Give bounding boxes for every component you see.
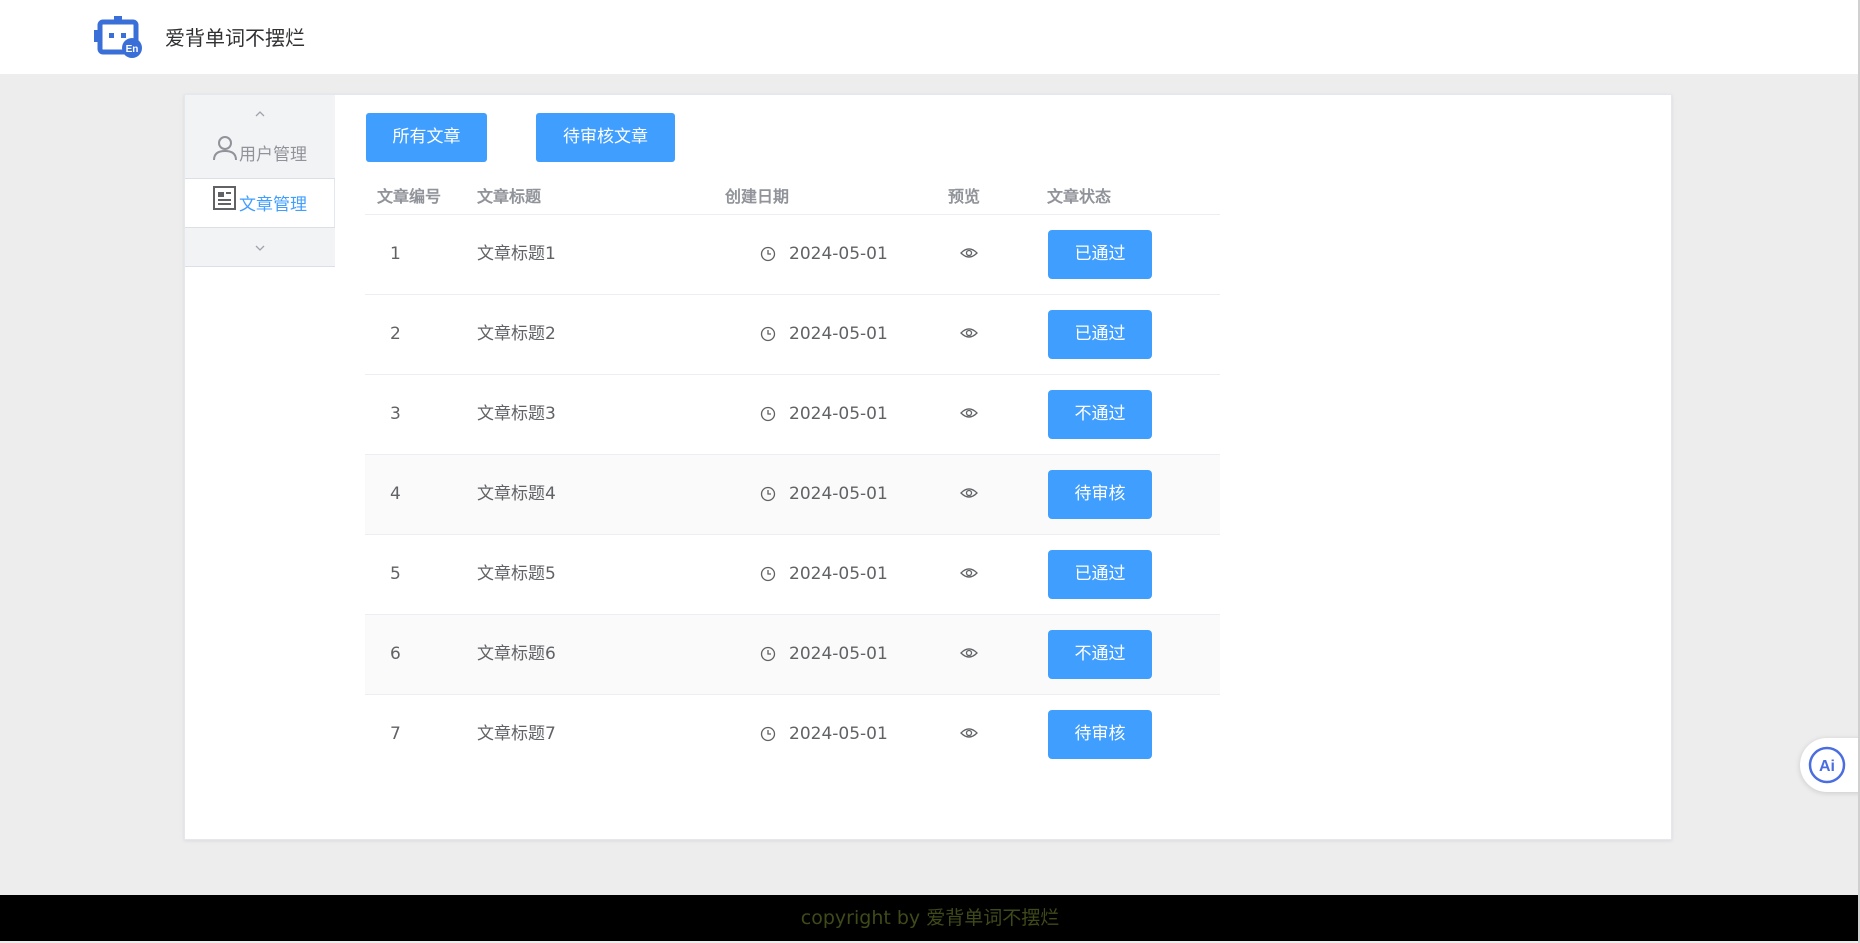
header-preview: 预览 xyxy=(948,187,981,206)
table-row: 1 文章标题1 2024-05-01 已通过 xyxy=(365,215,1220,295)
table-row: 6 文章标题6 2024-05-01 不通过 xyxy=(365,615,1220,695)
article-id: 4 xyxy=(390,484,401,504)
preview-eye-icon[interactable] xyxy=(960,726,978,740)
table-row: 2 文章标题2 2024-05-01 已通过 xyxy=(365,295,1220,375)
article-title: 文章标题1 xyxy=(477,244,556,264)
app-title: 爱背单词不摆烂 xyxy=(165,26,305,50)
article-title: 文章标题5 xyxy=(477,564,556,584)
clock-icon xyxy=(760,246,776,262)
user-icon xyxy=(213,136,237,161)
preview-eye-icon[interactable] xyxy=(960,566,978,580)
chevron-down-icon[interactable] xyxy=(253,241,267,255)
header-title: 文章标题 xyxy=(477,187,542,206)
date-text: 2024-05-01 xyxy=(789,484,888,504)
status-button[interactable]: 已通过 xyxy=(1048,230,1152,279)
clock-icon xyxy=(760,726,776,742)
table-row: 7 文章标题7 2024-05-01 待审核 xyxy=(365,695,1220,775)
sidebar-item-label: 用户管理 xyxy=(239,145,307,165)
tab-all-articles[interactable]: 所有文章 xyxy=(366,113,487,162)
article-id: 7 xyxy=(390,724,401,744)
menu-scroll-down[interactable] xyxy=(185,227,335,267)
robot-logo-icon: En xyxy=(94,16,142,58)
clock-icon xyxy=(760,486,776,502)
article-id: 1 xyxy=(390,244,401,264)
clock-icon xyxy=(760,646,776,662)
preview-eye-icon[interactable] xyxy=(960,246,978,260)
articles-table: 文章编号 文章标题 创建日期 预览 文章状态 1 文章标题1 2024-05-01 已… xyxy=(365,173,1220,775)
date-text: 2024-05-01 xyxy=(789,324,888,344)
sidebar-item-articles[interactable]: 文章管理 xyxy=(185,181,335,221)
footer: copyright by 爱背单词不摆烂 xyxy=(0,895,1860,941)
status-button[interactable]: 待审核 xyxy=(1048,710,1152,759)
status-button[interactable]: 待审核 xyxy=(1048,470,1152,519)
article-title: 文章标题4 xyxy=(477,484,556,504)
clock-icon xyxy=(760,566,776,582)
top-header: En 爱背单词不摆烂 xyxy=(0,0,1860,74)
ai-assistant-button[interactable]: Ai xyxy=(1800,738,1860,792)
preview-eye-icon[interactable] xyxy=(960,406,978,420)
tab-pending-articles[interactable]: 待审核文章 xyxy=(536,113,675,162)
date-text: 2024-05-01 xyxy=(789,404,888,424)
svg-text:En: En xyxy=(126,44,139,55)
table-row: 3 文章标题3 2024-05-01 不通过 xyxy=(365,375,1220,455)
article-id: 3 xyxy=(390,404,401,424)
table-body: 1 文章标题1 2024-05-01 已通过 2 文章标题2 2024-05-01 已通过 3 文… xyxy=(365,215,1220,775)
table-row: 5 文章标题5 2024-05-01 已通过 xyxy=(365,535,1220,615)
date-text: 2024-05-01 xyxy=(789,644,888,664)
header-date: 创建日期 xyxy=(725,187,790,206)
article-title: 文章标题2 xyxy=(477,324,556,344)
article-id: 5 xyxy=(390,564,401,584)
article-id: 6 xyxy=(390,644,401,664)
ai-icon[interactable]: Ai xyxy=(1807,745,1847,785)
clock-icon xyxy=(760,326,776,342)
header-id: 文章编号 xyxy=(377,187,442,206)
svg-text:Ai: Ai xyxy=(1819,758,1835,775)
preview-eye-icon[interactable] xyxy=(960,646,978,660)
date-text: 2024-05-01 xyxy=(789,244,888,264)
status-button[interactable]: 不通过 xyxy=(1048,390,1152,439)
sidebar-item-users[interactable]: 用户管理 xyxy=(185,131,335,171)
chevron-up-icon[interactable] xyxy=(253,107,267,121)
status-button[interactable]: 已通过 xyxy=(1048,550,1152,599)
article-id: 2 xyxy=(390,324,401,344)
header-status: 文章状态 xyxy=(1047,187,1112,206)
preview-eye-icon[interactable] xyxy=(960,486,978,500)
sidebar-item-label: 文章管理 xyxy=(239,195,307,215)
article-title: 文章标题3 xyxy=(477,404,556,424)
preview-eye-icon[interactable] xyxy=(960,326,978,340)
status-button[interactable]: 不通过 xyxy=(1048,630,1152,679)
article-title: 文章标题7 xyxy=(477,724,556,744)
document-icon xyxy=(213,186,236,210)
clock-icon xyxy=(760,406,776,422)
status-button[interactable]: 已通过 xyxy=(1048,310,1152,359)
side-menu: 用户管理 文章管理 xyxy=(185,95,335,267)
date-text: 2024-05-01 xyxy=(789,724,888,744)
table-header: 文章编号 文章标题 创建日期 预览 文章状态 xyxy=(365,173,1220,215)
article-title: 文章标题6 xyxy=(477,644,556,664)
main-card: 用户管理 文章管理 所有文章 待审核文章 文章编号 文章标题 创建日期 预览 文 xyxy=(184,94,1672,840)
date-text: 2024-05-01 xyxy=(789,564,888,584)
table-row: 4 文章标题4 2024-05-01 待审核 xyxy=(365,455,1220,535)
